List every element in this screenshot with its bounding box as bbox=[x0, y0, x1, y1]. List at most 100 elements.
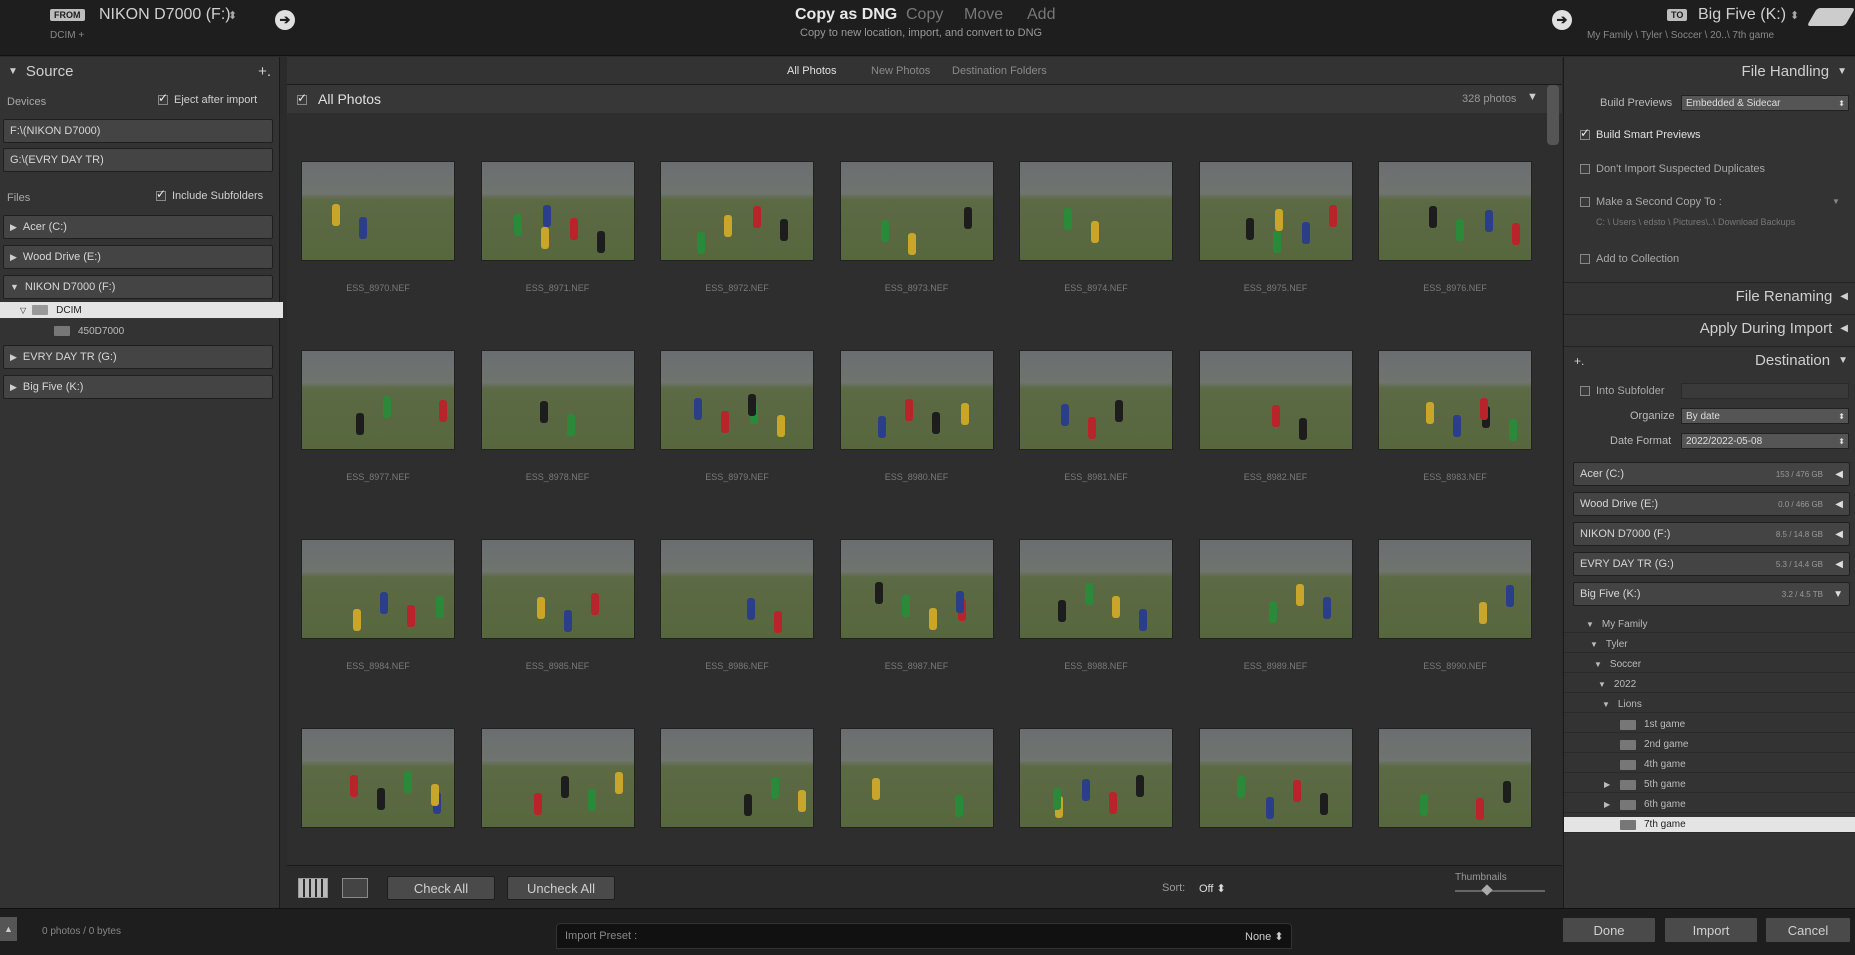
device-button-f[interactable]: F:\(NIKON D7000) bbox=[3, 119, 273, 143]
photo-cell[interactable]: ESS_8988.NEF bbox=[1008, 527, 1182, 717]
photo-thumbnail[interactable] bbox=[301, 728, 455, 828]
photo-thumbnail[interactable] bbox=[660, 161, 814, 261]
date-format-select[interactable]: 2022/2022-05-08 ⬍ bbox=[1681, 433, 1849, 449]
photo-thumbnail[interactable] bbox=[660, 539, 814, 639]
scrollbar-thumb[interactable] bbox=[1547, 85, 1559, 145]
photo-thumbnail[interactable] bbox=[480, 728, 635, 828]
sort-select[interactable]: Off ⬍ bbox=[1199, 882, 1226, 895]
source-title[interactable]: NIKON D7000 (F:) bbox=[99, 6, 231, 24]
source-drive-nikon[interactable]: ▼ NIKON D7000 (F:) bbox=[3, 275, 273, 299]
photo-cell[interactable]: ESS_8982.NEF bbox=[1188, 338, 1362, 528]
destination-drive[interactable]: NIKON D7000 (F:) 8.5 / 14.8 GB ◀ bbox=[1573, 522, 1850, 546]
tree-folder[interactable]: ▼ Lions bbox=[1564, 697, 1855, 713]
destination-header[interactable]: +. Destination ▼ bbox=[1564, 346, 1855, 374]
grid-view-icon[interactable] bbox=[298, 878, 328, 898]
photo-cell[interactable]: ESS_8984.NEF bbox=[290, 527, 464, 717]
tree-folder[interactable]: ▼ 2022 bbox=[1564, 677, 1855, 693]
photo-cell[interactable]: ESS_8989.NEF bbox=[1188, 527, 1362, 717]
photo-cell[interactable]: ESS_8970.NEF bbox=[290, 149, 464, 339]
source-drive-wood[interactable]: ▶ Wood Drive (E:) bbox=[3, 245, 273, 269]
photo-cell[interactable]: ESS_8978.NEF bbox=[470, 338, 644, 528]
photo-thumbnail[interactable] bbox=[839, 539, 994, 639]
mode-copy[interactable]: Copy bbox=[906, 6, 943, 24]
folder-450d7000[interactable]: 450D7000 bbox=[54, 323, 124, 339]
photo-cell[interactable]: ESS_8979.NEF bbox=[649, 338, 823, 528]
photo-cell[interactable]: ESS_8972.NEF bbox=[649, 149, 823, 339]
photo-cell[interactable]: ESS_8987.NEF bbox=[829, 527, 1003, 717]
add-destination-icon[interactable]: +. bbox=[1574, 354, 1584, 368]
photo-cell[interactable]: ESS_8990.NEF bbox=[1367, 527, 1541, 717]
photo-cell[interactable]: ESS_8975.NEF bbox=[1188, 149, 1362, 339]
collapse-grid-icon[interactable]: ▼ bbox=[1527, 91, 1538, 103]
tab-new-photos[interactable]: New Photos bbox=[871, 65, 930, 77]
photo-thumbnail[interactable] bbox=[1378, 539, 1532, 639]
file-handling-header[interactable]: File Handling ▼ bbox=[1564, 57, 1855, 85]
folder-dcim[interactable]: ▽ DCIM bbox=[0, 302, 283, 318]
collapse-icon[interactable]: ▼ bbox=[1838, 355, 1848, 366]
source-drive-evry[interactable]: ▶ EVRY DAY TR (G:) bbox=[3, 345, 273, 369]
source-drive-bigfive[interactable]: ▶ Big Five (K:) bbox=[3, 375, 273, 399]
photo-thumbnail[interactable] bbox=[1378, 161, 1532, 261]
photo-thumbnail[interactable] bbox=[1378, 350, 1532, 450]
uncheck-all-button[interactable]: Uncheck All bbox=[507, 876, 615, 900]
smart-previews-checkbox[interactable]: Build Smart Previews bbox=[1580, 126, 1701, 141]
tree-game-folder[interactable]: 1st game bbox=[1564, 717, 1855, 733]
source-drive-acer[interactable]: ▶ Acer (C:) bbox=[3, 215, 273, 239]
photo-cell[interactable]: ESS_8973.NEF bbox=[829, 149, 1003, 339]
chevron-down-icon[interactable]: ▼ bbox=[1832, 197, 1840, 206]
photo-thumbnail[interactable] bbox=[480, 350, 635, 450]
thumbnail-slider-track[interactable] bbox=[1455, 890, 1545, 892]
device-button-g[interactable]: G:\(EVRY DAY TR) bbox=[3, 148, 273, 172]
photo-thumbnail[interactable] bbox=[301, 161, 455, 261]
second-copy-checkbox[interactable]: Make a Second Copy To : bbox=[1580, 196, 1722, 208]
photo-thumbnail[interactable] bbox=[1019, 161, 1173, 261]
expand-icon[interactable]: ▽ bbox=[20, 306, 26, 315]
photo-cell[interactable]: ESS_8971.NEF bbox=[470, 149, 644, 339]
tree-game-folder[interactable]: 4th game bbox=[1564, 757, 1855, 773]
import-button[interactable]: Import bbox=[1664, 917, 1758, 943]
photo-thumbnail[interactable] bbox=[660, 350, 814, 450]
import-preset-bar[interactable]: Import Preset : None ⬍ bbox=[556, 923, 1292, 949]
eject-checkbox[interactable]: Eject after import bbox=[158, 91, 257, 106]
expand-icon[interactable]: ◀ bbox=[1840, 291, 1848, 302]
tree-folder[interactable]: ▼ My Family bbox=[1564, 617, 1855, 633]
expand-icon[interactable]: ◀ bbox=[1840, 323, 1848, 334]
loupe-view-icon[interactable] bbox=[342, 878, 368, 898]
photo-thumbnail[interactable] bbox=[1378, 728, 1532, 828]
into-subfolder-checkbox[interactable]: Into Subfolder bbox=[1580, 385, 1665, 397]
preset-select[interactable]: None ⬍ bbox=[1245, 930, 1284, 943]
tree-game-folder[interactable]: ▶ 6th game bbox=[1564, 797, 1855, 813]
destination-drive[interactable]: Wood Drive (E:) 0.0 / 466 GB ◀ bbox=[1573, 492, 1850, 516]
photo-thumbnail[interactable] bbox=[660, 728, 814, 828]
thumbnail-slider-handle[interactable] bbox=[1481, 884, 1493, 896]
photo-thumbnail[interactable] bbox=[480, 539, 635, 639]
tree-folder[interactable]: ▼ Soccer bbox=[1564, 657, 1855, 673]
photo-thumbnail[interactable] bbox=[1198, 161, 1353, 261]
include-subfolders-checkbox[interactable]: Include Subfolders bbox=[156, 187, 263, 202]
photo-thumbnail[interactable] bbox=[1198, 728, 1353, 828]
photo-thumbnail[interactable] bbox=[839, 350, 994, 450]
destination-drive[interactable]: EVRY DAY TR (G:) 5.3 / 14.4 GB ◀ bbox=[1573, 552, 1850, 576]
photo-thumbnail[interactable] bbox=[839, 161, 994, 261]
arrow-right-icon-dest[interactable]: ➔ bbox=[1552, 10, 1572, 30]
photo-thumbnail[interactable] bbox=[480, 161, 635, 261]
organize-select[interactable]: By date ⬍ bbox=[1681, 408, 1849, 424]
done-button[interactable]: Done bbox=[1562, 917, 1656, 943]
mode-copy-dng[interactable]: Copy as DNG bbox=[795, 6, 897, 24]
photo-cell[interactable]: ESS_8985.NEF bbox=[470, 527, 644, 717]
photo-thumbnail[interactable] bbox=[839, 728, 994, 828]
photo-cell[interactable]: ESS_8976.NEF bbox=[1367, 149, 1541, 339]
tree-game-folder[interactable]: 7th game bbox=[1564, 817, 1855, 833]
destination-drive[interactable]: Acer (C:) 153 / 476 GB ◀ bbox=[1573, 462, 1850, 486]
subfolder-name-input[interactable] bbox=[1681, 383, 1849, 399]
add-to-collection-checkbox[interactable]: Add to Collection bbox=[1580, 253, 1679, 265]
select-all-checkbox[interactable] bbox=[297, 91, 313, 106]
check-all-button[interactable]: Check All bbox=[387, 876, 495, 900]
photo-cell[interactable]: ESS_8977.NEF bbox=[290, 338, 464, 528]
tab-all-photos[interactable]: All Photos bbox=[787, 65, 837, 77]
photo-thumbnail[interactable] bbox=[1198, 350, 1353, 450]
photo-cell[interactable]: ESS_8986.NEF bbox=[649, 527, 823, 717]
tree-game-folder[interactable]: 2nd game bbox=[1564, 737, 1855, 753]
photo-thumbnail[interactable] bbox=[301, 350, 455, 450]
photo-cell[interactable]: ESS_8980.NEF bbox=[829, 338, 1003, 528]
